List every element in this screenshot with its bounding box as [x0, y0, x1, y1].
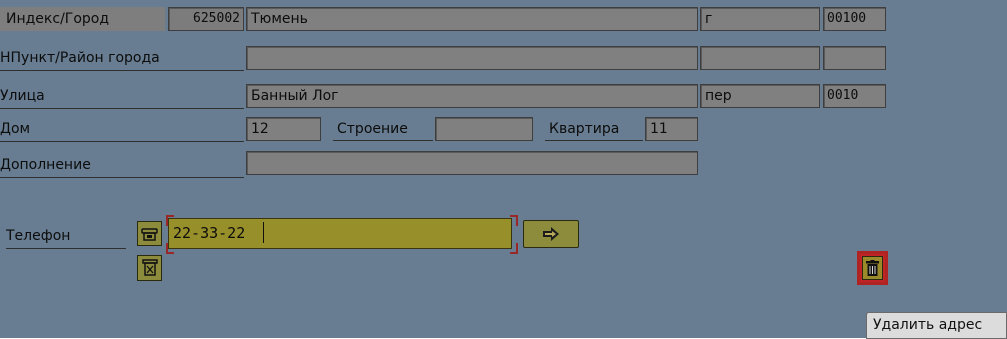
street-code-field[interactable]: 0010	[823, 84, 886, 108]
building-label: Строение	[333, 117, 433, 141]
house-label: Дом	[0, 117, 244, 142]
phone-icon	[141, 228, 158, 241]
addition-label: Дополнение	[0, 153, 244, 178]
apartment-field[interactable]: 11	[645, 117, 698, 141]
postal-code-field[interactable]: 625002	[168, 7, 244, 31]
settlement-code-field[interactable]	[823, 46, 886, 70]
settlement-type-field[interactable]	[700, 46, 820, 70]
arrow-right-icon	[543, 227, 559, 241]
trash-icon	[866, 259, 879, 276]
phone-next-button[interactable]	[523, 220, 579, 248]
delete-address-button[interactable]: Удалить адрес	[866, 312, 1007, 339]
phone-type-button[interactable]	[137, 221, 162, 246]
addition-field[interactable]	[246, 151, 698, 175]
street-field[interactable]: Банный Лог	[246, 84, 698, 108]
city-code-field[interactable]: 00100	[823, 7, 886, 31]
city-field[interactable]: Тюмень	[246, 7, 698, 31]
settlement-field[interactable]	[246, 46, 698, 70]
phone-label: Телефон	[6, 224, 126, 249]
street-label: Улица	[0, 84, 244, 109]
trash-button[interactable]	[862, 256, 883, 280]
delete-phone-button[interactable]	[137, 255, 162, 281]
street-type-field[interactable]: пер	[700, 84, 820, 108]
delete-address-highlight	[857, 251, 888, 285]
settlement-label: НПункт/Район города	[0, 46, 244, 71]
text-caret	[263, 222, 264, 243]
address-form-panel: Индекс/Город 625002 Тюмень г 00100 НПунк…	[0, 0, 1007, 339]
delete-phone-icon	[141, 259, 158, 276]
house-field[interactable]: 12	[246, 117, 321, 141]
city-type-field[interactable]: г	[700, 7, 820, 31]
phone-input[interactable]: 22-33-22	[168, 218, 512, 249]
building-field[interactable]	[435, 117, 533, 141]
apartment-label: Квартира	[545, 117, 643, 141]
index-city-label: Индекс/Город	[0, 7, 165, 31]
